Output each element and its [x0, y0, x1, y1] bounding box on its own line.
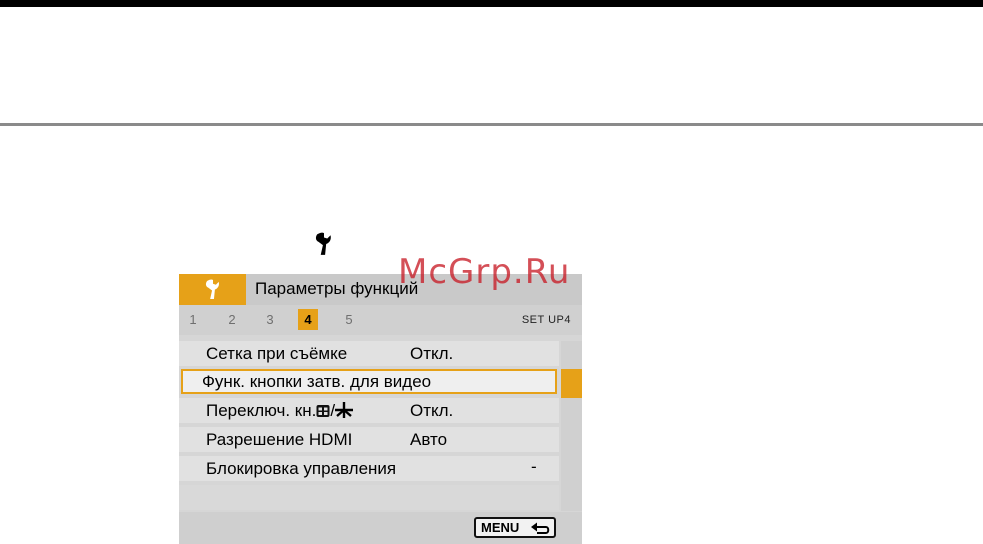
menu-item-hdmi-resolution[interactable]: Разрешение HDMI Авто — [179, 427, 559, 452]
menu-item-label: Переключ. кн. / — [206, 401, 354, 421]
tab-5[interactable]: 5 — [339, 309, 359, 330]
top-border — [0, 0, 983, 7]
page-title: Параметры функций — [255, 279, 419, 298]
camera-menu-screen: Параметры функций 1 2 3 4 5 SET UP4 Сетк… — [179, 274, 582, 544]
menu-item-label: Разрешение HDMI — [206, 430, 353, 449]
watermark: McGrp.Ru — [398, 252, 571, 292]
menu-item-grid-display[interactable]: Сетка при съёмке Откл. — [179, 341, 559, 366]
menu-item-value: - — [531, 457, 537, 476]
scroll-position-marker — [561, 369, 582, 398]
menu-item-label: Блокировка управления — [206, 459, 397, 478]
menu-item-value: Авто — [410, 430, 448, 449]
menu-back-button[interactable]: MENU — [474, 517, 556, 538]
header-divider — [0, 123, 983, 126]
menu-item-value: Откл. — [410, 344, 454, 363]
menu-button-label: MENU — [481, 520, 520, 535]
menu-item-value: Откл. — [410, 401, 454, 420]
scroll-track — [561, 341, 582, 511]
tab-4[interactable]: 4 — [298, 309, 318, 330]
menu-item-label: Функ. кнопки затв. для видео — [202, 372, 432, 391]
menu-item-label: Сетка при съёмке — [206, 344, 348, 363]
tab-3[interactable]: 3 — [260, 309, 280, 330]
menu-item-control-lock[interactable]: Блокировка управления - — [179, 456, 559, 481]
info-display-icon — [316, 405, 330, 417]
wrench-icon — [205, 279, 219, 300]
section-label: SET UP4 — [521, 314, 571, 326]
label-prefix: Переключ. кн. — [206, 401, 317, 420]
setup-tab[interactable] — [179, 274, 246, 305]
ae-lock-asterisk-icon — [335, 402, 354, 418]
subtab-bar: 1 2 3 4 5 SET UP4 — [179, 305, 582, 335]
menu-item-shutter-button-movie[interactable]: Функ. кнопки затв. для видео — [181, 369, 557, 394]
tab-1[interactable]: 1 — [183, 309, 203, 330]
empty-row — [179, 485, 559, 510]
menu-footer: MENU — [179, 512, 582, 544]
menu-item-button-switch[interactable]: Переключ. кн. / Откл. — [179, 398, 559, 423]
return-arrow-icon — [531, 522, 550, 534]
tab-2[interactable]: 2 — [222, 309, 242, 330]
wrench-icon — [315, 232, 331, 255]
